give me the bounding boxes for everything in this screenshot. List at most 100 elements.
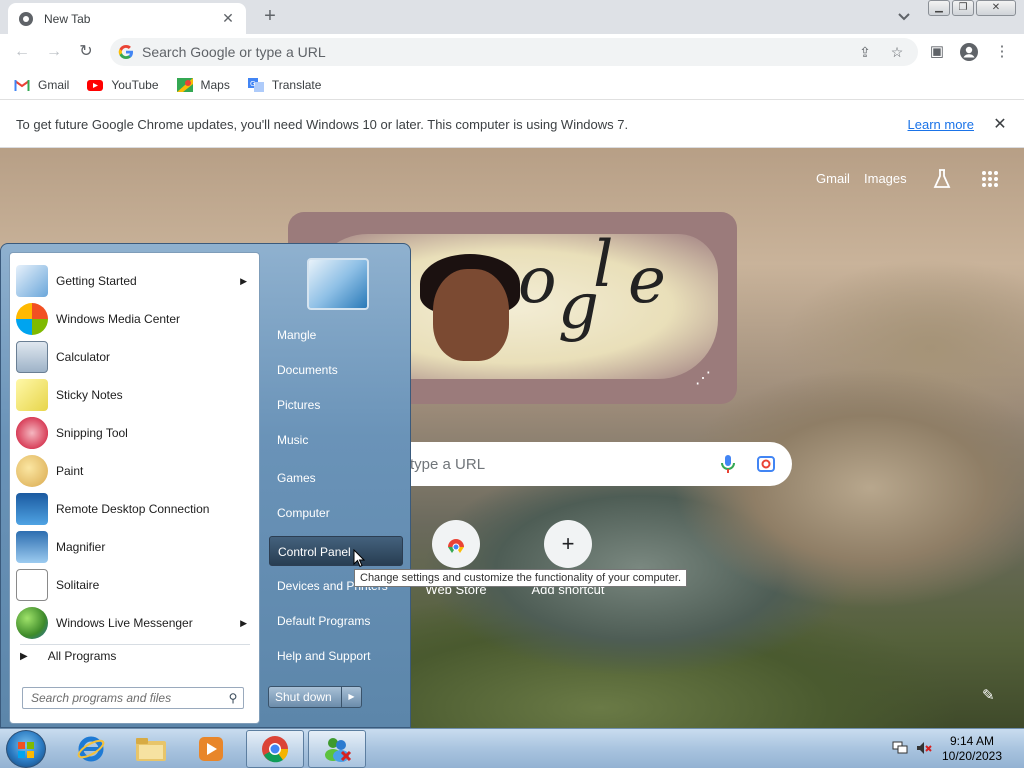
program-sticky-notes[interactable]: Sticky Notes	[14, 377, 257, 413]
start-item-computer[interactable]: Computer	[269, 498, 403, 528]
program-media-center[interactable]: Windows Media Center	[14, 301, 257, 337]
bookmarks-bar: Gmail YouTube Maps G Translate	[0, 70, 1024, 100]
share-icon[interactable]: ⇪	[854, 41, 876, 63]
tab-title: New Tab	[44, 11, 91, 26]
lens-search-icon[interactable]	[754, 452, 778, 476]
program-snipping-tool[interactable]: Snipping Tool	[14, 415, 257, 451]
user-picture[interactable]	[307, 258, 369, 310]
start-item-control-panel[interactable]: Control Panel	[269, 536, 403, 566]
system-clock[interactable]: 9:14 AM 10/20/2023	[940, 734, 1004, 764]
all-programs-item[interactable]: ▶ All Programs	[20, 649, 116, 663]
bookmark-maps[interactable]: Maps	[176, 77, 230, 92]
address-placeholder: Search Google or type a URL	[142, 44, 326, 60]
start-search-placeholder: Search programs and files	[31, 691, 172, 705]
start-item-documents[interactable]: Documents	[269, 355, 403, 385]
tab-new-tab[interactable]: New Tab ✕	[8, 3, 246, 34]
all-programs-label: All Programs	[47, 649, 117, 663]
taskbar-live-messenger[interactable]	[308, 730, 366, 768]
start-menu-programs-pane: Getting Started ▶ Windows Media Center C…	[9, 252, 260, 724]
chrome-menu-icon[interactable]: ⋮	[990, 40, 1014, 64]
voice-search-icon[interactable]	[716, 452, 740, 476]
address-bar[interactable]: Search Google or type a URL ⇪ ☆	[110, 38, 918, 66]
side-panel-icon[interactable]: ▣	[925, 40, 949, 64]
add-shortcut-icon: +	[544, 520, 592, 568]
program-remote-desktop[interactable]: Remote Desktop Connection	[14, 491, 257, 527]
internet-explorer-icon	[77, 736, 105, 762]
tab-strip: New Tab ✕ + ▁ ❐ ✕	[0, 0, 1024, 34]
program-magnifier[interactable]: Magnifier	[14, 529, 257, 565]
bookmark-label: Maps	[200, 77, 230, 92]
network-icon[interactable]	[892, 741, 908, 755]
tab-close-icon[interactable]: ✕	[220, 10, 236, 27]
program-calculator[interactable]: Calculator	[14, 339, 257, 375]
maps-icon	[176, 77, 193, 92]
shutdown-button[interactable]: Shut down ▶	[268, 686, 362, 708]
learn-more-link[interactable]: Learn more	[908, 117, 974, 132]
new-tab-button[interactable]: +	[258, 5, 282, 29]
start-item-music[interactable]: Music	[269, 425, 403, 455]
taskbar-media-player[interactable]	[182, 730, 240, 768]
folder-icon	[136, 738, 166, 761]
taskbar-explorer[interactable]	[122, 730, 180, 768]
svg-text:G: G	[250, 80, 255, 88]
start-search-input[interactable]: Search programs and files ⚲	[22, 687, 244, 709]
magnifier-icon	[16, 531, 48, 563]
images-link[interactable]: Images	[864, 171, 907, 186]
bookmark-gmail[interactable]: Gmail	[14, 78, 69, 92]
start-menu: Getting Started ▶ Windows Media Center C…	[0, 243, 411, 728]
google-g-icon	[118, 45, 133, 59]
profile-avatar-icon[interactable]	[957, 40, 981, 64]
clock-time: 9:14 AM	[949, 734, 995, 748]
messenger-icon	[16, 607, 48, 639]
windows-logo-icon	[18, 742, 34, 758]
web-store-icon	[432, 520, 480, 568]
ntp-search-placeholder: type a URL	[410, 455, 486, 473]
infobar-close-icon[interactable]: ✕	[988, 114, 1012, 134]
program-label: Windows Live Messenger	[56, 616, 193, 630]
paint-icon	[16, 455, 48, 487]
doodle-letter-shape: e	[628, 244, 666, 318]
back-button[interactable]: ←	[10, 40, 34, 64]
labs-flask-icon[interactable]	[932, 168, 952, 190]
start-button[interactable]	[6, 730, 46, 768]
apps-grid-icon[interactable]	[981, 170, 999, 188]
all-programs-arrow-icon: ▶	[20, 650, 28, 662]
program-solitaire[interactable]: Solitaire	[14, 567, 257, 603]
close-window-button[interactable]: ✕	[976, 0, 1016, 16]
start-item-default-programs[interactable]: Default Programs	[269, 606, 403, 636]
volume-muted-icon[interactable]	[916, 741, 932, 755]
doodle-face	[433, 269, 509, 361]
youtube-icon	[87, 79, 104, 91]
solitaire-icon	[16, 569, 48, 601]
bookmark-youtube[interactable]: YouTube	[87, 78, 159, 92]
forward-button[interactable]: →	[42, 40, 66, 64]
start-item-mangle[interactable]: Mangle	[269, 320, 403, 350]
reload-button[interactable]: ↻	[74, 40, 98, 64]
program-getting-started[interactable]: Getting Started ▶	[14, 263, 257, 299]
minimize-button[interactable]: ▁	[928, 0, 950, 16]
program-paint[interactable]: Paint	[14, 453, 257, 489]
program-label: Remote Desktop Connection	[56, 502, 210, 516]
doodle-share-icon[interactable]: ⋰	[695, 368, 711, 388]
bookmark-star-icon[interactable]: ☆	[886, 41, 908, 63]
start-item-pictures[interactable]: Pictures	[269, 390, 403, 420]
bookmark-label: Gmail	[38, 77, 70, 92]
translate-icon: G	[247, 77, 264, 92]
customize-pencil-icon[interactable]: ✎	[982, 686, 995, 704]
program-live-messenger[interactable]: Windows Live Messenger ▶	[14, 605, 257, 641]
mouse-cursor-icon	[353, 549, 365, 568]
bookmark-translate[interactable]: G Translate	[247, 77, 321, 92]
media-player-icon	[199, 737, 223, 761]
gmail-link[interactable]: Gmail	[816, 171, 850, 186]
shutdown-options-arrow-icon[interactable]: ▶	[341, 687, 361, 707]
start-item-help-support[interactable]: Help and Support	[269, 641, 403, 671]
browser-toolbar: ← → ↻ Search Google or type a URL ⇪ ☆ ▣ …	[0, 34, 1024, 70]
start-item-games[interactable]: Games	[269, 463, 403, 493]
search-icon[interactable]: ⚲	[223, 691, 243, 705]
program-label: Calculator	[56, 350, 111, 364]
taskbar-internet-explorer[interactable]	[62, 730, 120, 768]
taskbar-chrome[interactable]	[246, 730, 304, 768]
restore-button[interactable]: ❐	[952, 0, 974, 16]
tab-search-icon[interactable]	[893, 8, 915, 26]
program-label: Snipping Tool	[56, 426, 128, 440]
